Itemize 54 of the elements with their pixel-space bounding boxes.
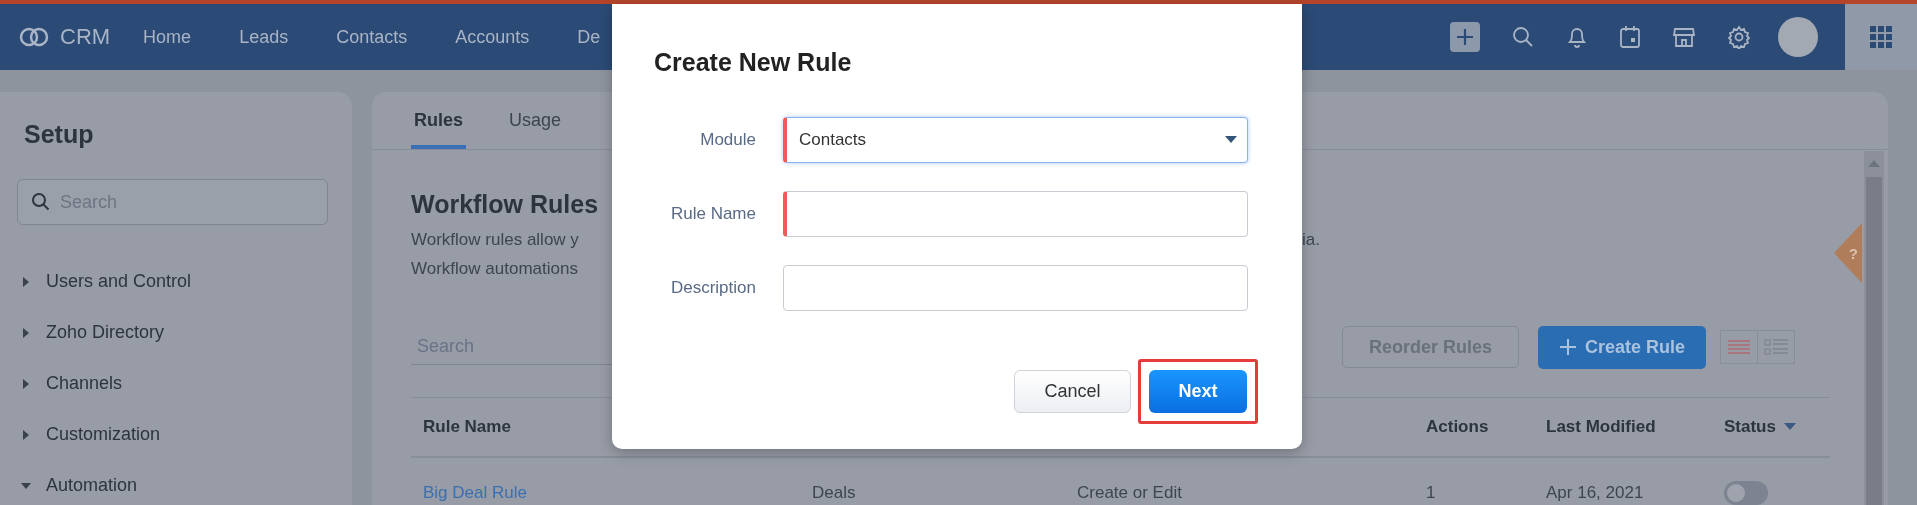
apps-button[interactable]: [1845, 4, 1917, 70]
input-field[interactable]: [783, 265, 1248, 311]
dialog-title: Create New Rule: [654, 48, 852, 77]
tab[interactable]: Rules: [411, 92, 467, 149]
sidebar-item[interactable]: Users and Control: [0, 256, 352, 307]
logo-text: CRM: [60, 24, 111, 50]
plus-icon: [1558, 338, 1577, 356]
grid-icon: [1869, 25, 1893, 49]
create-rule-button[interactable]: Create Rule: [1538, 325, 1706, 369]
module-dropdown[interactable]: Contacts: [783, 117, 1248, 163]
column-header[interactable]: Status: [1712, 417, 1830, 437]
caret-down-icon: [1783, 423, 1796, 431]
sidebar-item[interactable]: Channels: [0, 358, 352, 409]
add-button[interactable]: [1450, 22, 1480, 52]
column-header: Last Modified: [1546, 417, 1656, 437]
nav-link[interactable]: Leads: [239, 26, 289, 48]
sidebar-item[interactable]: Customization: [0, 409, 352, 460]
search-icon[interactable]: [1511, 25, 1535, 49]
bell-icon[interactable]: [1566, 25, 1588, 49]
calendar-icon[interactable]: [1619, 25, 1641, 49]
nav-link[interactable]: Home: [143, 26, 192, 48]
caret-down-icon: [1225, 136, 1237, 144]
page-heading: Workflow Rules: [411, 190, 599, 219]
tab[interactable]: Usage: [506, 92, 565, 149]
field-label: Rule Name: [670, 204, 756, 224]
description-text: Workflow automations: [411, 258, 578, 280]
table-cell: Deals: [812, 483, 856, 503]
nav-link[interactable]: De: [577, 26, 601, 48]
store-icon[interactable]: [1672, 25, 1696, 49]
field-label: Description: [670, 278, 756, 298]
description-text: ia.: [1302, 229, 1320, 251]
table-cell: 1: [1426, 483, 1436, 503]
table-cell: Create or Edit: [1077, 483, 1182, 503]
plus-icon: [1455, 27, 1475, 47]
input-field[interactable]: [783, 191, 1248, 237]
cancel-button[interactable]: Cancel: [1014, 370, 1131, 413]
status-toggle[interactable]: [1724, 481, 1768, 505]
search-icon: [31, 192, 51, 212]
description-text: Workflow rules allow y: [411, 229, 579, 251]
sidebar-item[interactable]: Zoho Directory: [0, 307, 352, 358]
column-header: Rule Name: [423, 417, 511, 437]
nav-link[interactable]: Contacts: [336, 26, 408, 48]
avatar[interactable]: [1778, 17, 1818, 57]
scrollbar[interactable]: [1864, 151, 1884, 505]
column-header: Actions: [1426, 417, 1489, 437]
table-cell: Apr 16, 2021: [1546, 483, 1644, 503]
sidebar-title: Setup: [24, 120, 94, 149]
field-label: Module: [700, 130, 756, 150]
settings-icon[interactable]: [1727, 25, 1751, 49]
next-button[interactable]: Next: [1149, 370, 1247, 413]
sidebar-item[interactable]: Automation: [0, 460, 352, 505]
list-view-icon: [1728, 339, 1750, 355]
logo-rings-icon: [18, 26, 50, 48]
nav-link[interactable]: Accounts: [455, 26, 530, 48]
